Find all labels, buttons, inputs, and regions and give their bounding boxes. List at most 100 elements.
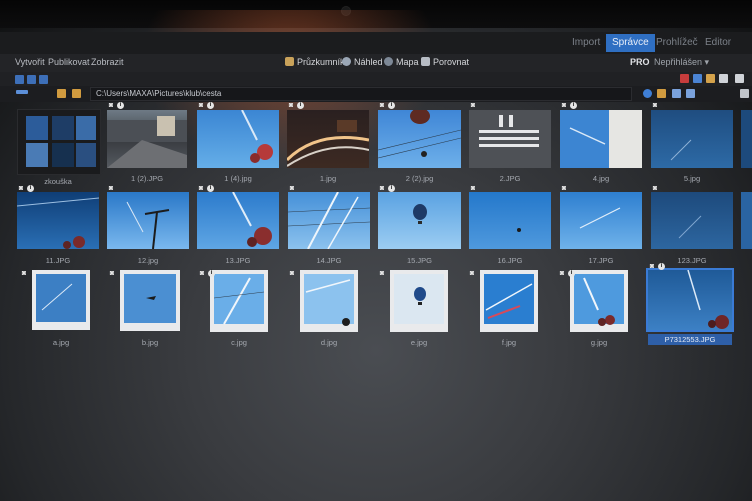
folder-icon[interactable] — [57, 89, 66, 98]
folder-thumbnail[interactable] — [17, 109, 101, 175]
thumbnail-caption-selected: P7312553.JPG — [648, 334, 732, 345]
thumbnail-partial[interactable] — [741, 192, 752, 249]
thumbnail-d-jpg[interactable] — [300, 270, 358, 332]
sky-photo — [687, 270, 729, 329]
tool-icon[interactable] — [719, 74, 728, 83]
grid-size-icon[interactable] — [740, 89, 749, 98]
camera-icon: ◙ — [198, 102, 204, 109]
info-icon: i — [658, 263, 665, 270]
tab-spravce[interactable]: Správce — [606, 34, 655, 52]
menu-vytvorit[interactable]: Vytvořit — [15, 57, 45, 67]
view-compare[interactable]: Porovnat — [421, 57, 469, 67]
street-photo — [107, 116, 187, 168]
view-preview-label: Náhled — [354, 57, 383, 67]
thumbnail-caption: 13.JPG — [225, 256, 251, 265]
view-preview[interactable]: Náhled — [342, 57, 383, 67]
thumbnail-16-jpg[interactable] — [469, 192, 551, 249]
view-mode-icon[interactable] — [15, 75, 24, 84]
camera-icon: ◙ — [379, 102, 385, 109]
thumbnail-1-4-jpg[interactable] — [197, 110, 279, 168]
cart-icon[interactable] — [706, 74, 715, 83]
contrails-photo — [213, 274, 265, 325]
camera-icon: ◙ — [561, 185, 567, 192]
tab-import[interactable]: Import — [566, 34, 606, 52]
menu-publikovat[interactable]: Publikovat — [48, 57, 90, 67]
thumbnail-caption: 12.jpg — [137, 256, 159, 265]
camera-icon: ◙ — [470, 102, 476, 109]
thumbnail-caption: c.jpg — [231, 338, 247, 347]
thumbnail-caption: 2.JPG — [499, 174, 521, 183]
sky-photo — [517, 228, 521, 232]
path-text: C:\Users\MAXA\Pictures\klub\cesta — [96, 89, 222, 98]
thumbnail-b-jpg[interactable] — [120, 270, 180, 331]
monitor-bezel — [0, 0, 752, 28]
back-arrow-icon[interactable] — [16, 90, 28, 94]
thumbnail-f-jpg[interactable] — [480, 270, 538, 332]
camera-icon: ◙ — [109, 270, 115, 277]
contrails-photo — [484, 274, 534, 324]
view-compare-label: Porovnat — [433, 57, 470, 67]
sky-photo — [569, 127, 606, 145]
camera-icon: ◙ — [108, 102, 114, 109]
camera-icon: ◙ — [652, 102, 658, 109]
thumbnail-13-jpg[interactable] — [197, 192, 279, 249]
camera-icon: ◙ — [199, 270, 205, 277]
tab-editor[interactable]: Editor — [699, 34, 737, 52]
thumbnail-caption: d.jpg — [320, 338, 338, 347]
camera-icon: ◙ — [469, 270, 475, 277]
thumbnail-12-jpg[interactable] — [107, 192, 189, 249]
view-mode-icon[interactable] — [39, 75, 48, 84]
thumbnail-p7312553-jpg[interactable] — [646, 268, 734, 332]
sort-icon[interactable] — [672, 89, 681, 98]
menu-zobrazit[interactable]: Zobrazit — [91, 57, 124, 67]
thumbnail-partial[interactable] — [741, 110, 752, 168]
info-icon: i — [27, 185, 34, 192]
crosswalk-photo — [479, 115, 539, 147]
tool-icon[interactable] — [680, 74, 689, 83]
thumbnail-1-2-jpg[interactable] — [107, 110, 187, 168]
thumbnail-123-jpg[interactable] — [651, 192, 733, 249]
thumbnail-5-jpg[interactable] — [651, 110, 733, 168]
thumbnail-caption: 11.JPG — [45, 256, 71, 265]
refresh-icon[interactable] — [643, 89, 652, 98]
thumbnail-11-jpg[interactable] — [17, 192, 99, 249]
camera-icon: ◙ — [289, 270, 295, 277]
tab-prohlizec[interactable]: Prohlížeč — [650, 34, 704, 52]
thumbnail-g-jpg[interactable] — [570, 270, 628, 332]
info-icon: i — [568, 270, 575, 277]
sky-photo — [17, 197, 99, 249]
thumbnail-caption: f.jpg — [501, 338, 517, 347]
thumbnail-caption: 5.jpg — [683, 174, 701, 183]
info-icon: i — [297, 102, 304, 109]
thumbnail-caption: a.jpg — [52, 338, 70, 347]
preview-icon — [342, 57, 351, 66]
thumbnail-e-jpg[interactable] — [390, 270, 448, 332]
camera-icon: ◙ — [289, 185, 295, 192]
balloon-photo — [394, 274, 444, 324]
info-icon: i — [388, 102, 395, 109]
folder-icon[interactable] — [72, 89, 81, 98]
folder-icon[interactable] — [657, 89, 666, 98]
account-menu[interactable]: Nepřihlášen ▾ — [654, 57, 709, 68]
thumbnail-a-jpg[interactable] — [32, 270, 90, 330]
camera-icon: ◙ — [561, 102, 567, 109]
tool-icon[interactable] — [693, 74, 702, 83]
thumbnail-1-jpg[interactable] — [287, 110, 369, 168]
view-map[interactable]: Mapa — [384, 57, 419, 67]
view-mode-icon[interactable] — [27, 75, 36, 84]
thumbnail-17-jpg[interactable] — [560, 192, 642, 249]
filter-icon[interactable] — [686, 89, 695, 98]
night-road-photo — [287, 120, 369, 167]
thumbnail-14-jpg[interactable] — [288, 192, 370, 249]
close-icon[interactable] — [735, 74, 744, 83]
thumbnail-caption: 1 (4).jpg — [224, 174, 252, 183]
thumbnail-2-2-jpg[interactable] — [378, 110, 461, 168]
antenna-photo — [126, 201, 170, 249]
thumbnail-2-jpg[interactable] — [469, 110, 551, 168]
thumbnail-c-jpg[interactable] — [210, 270, 268, 332]
contrails-photo — [288, 192, 370, 249]
view-explorer[interactable]: Průzkumník — [285, 57, 345, 67]
thumbnail-4-jpg[interactable] — [560, 110, 642, 168]
thumbnail-15-jpg[interactable] — [378, 192, 461, 249]
sky-photo — [579, 207, 621, 229]
